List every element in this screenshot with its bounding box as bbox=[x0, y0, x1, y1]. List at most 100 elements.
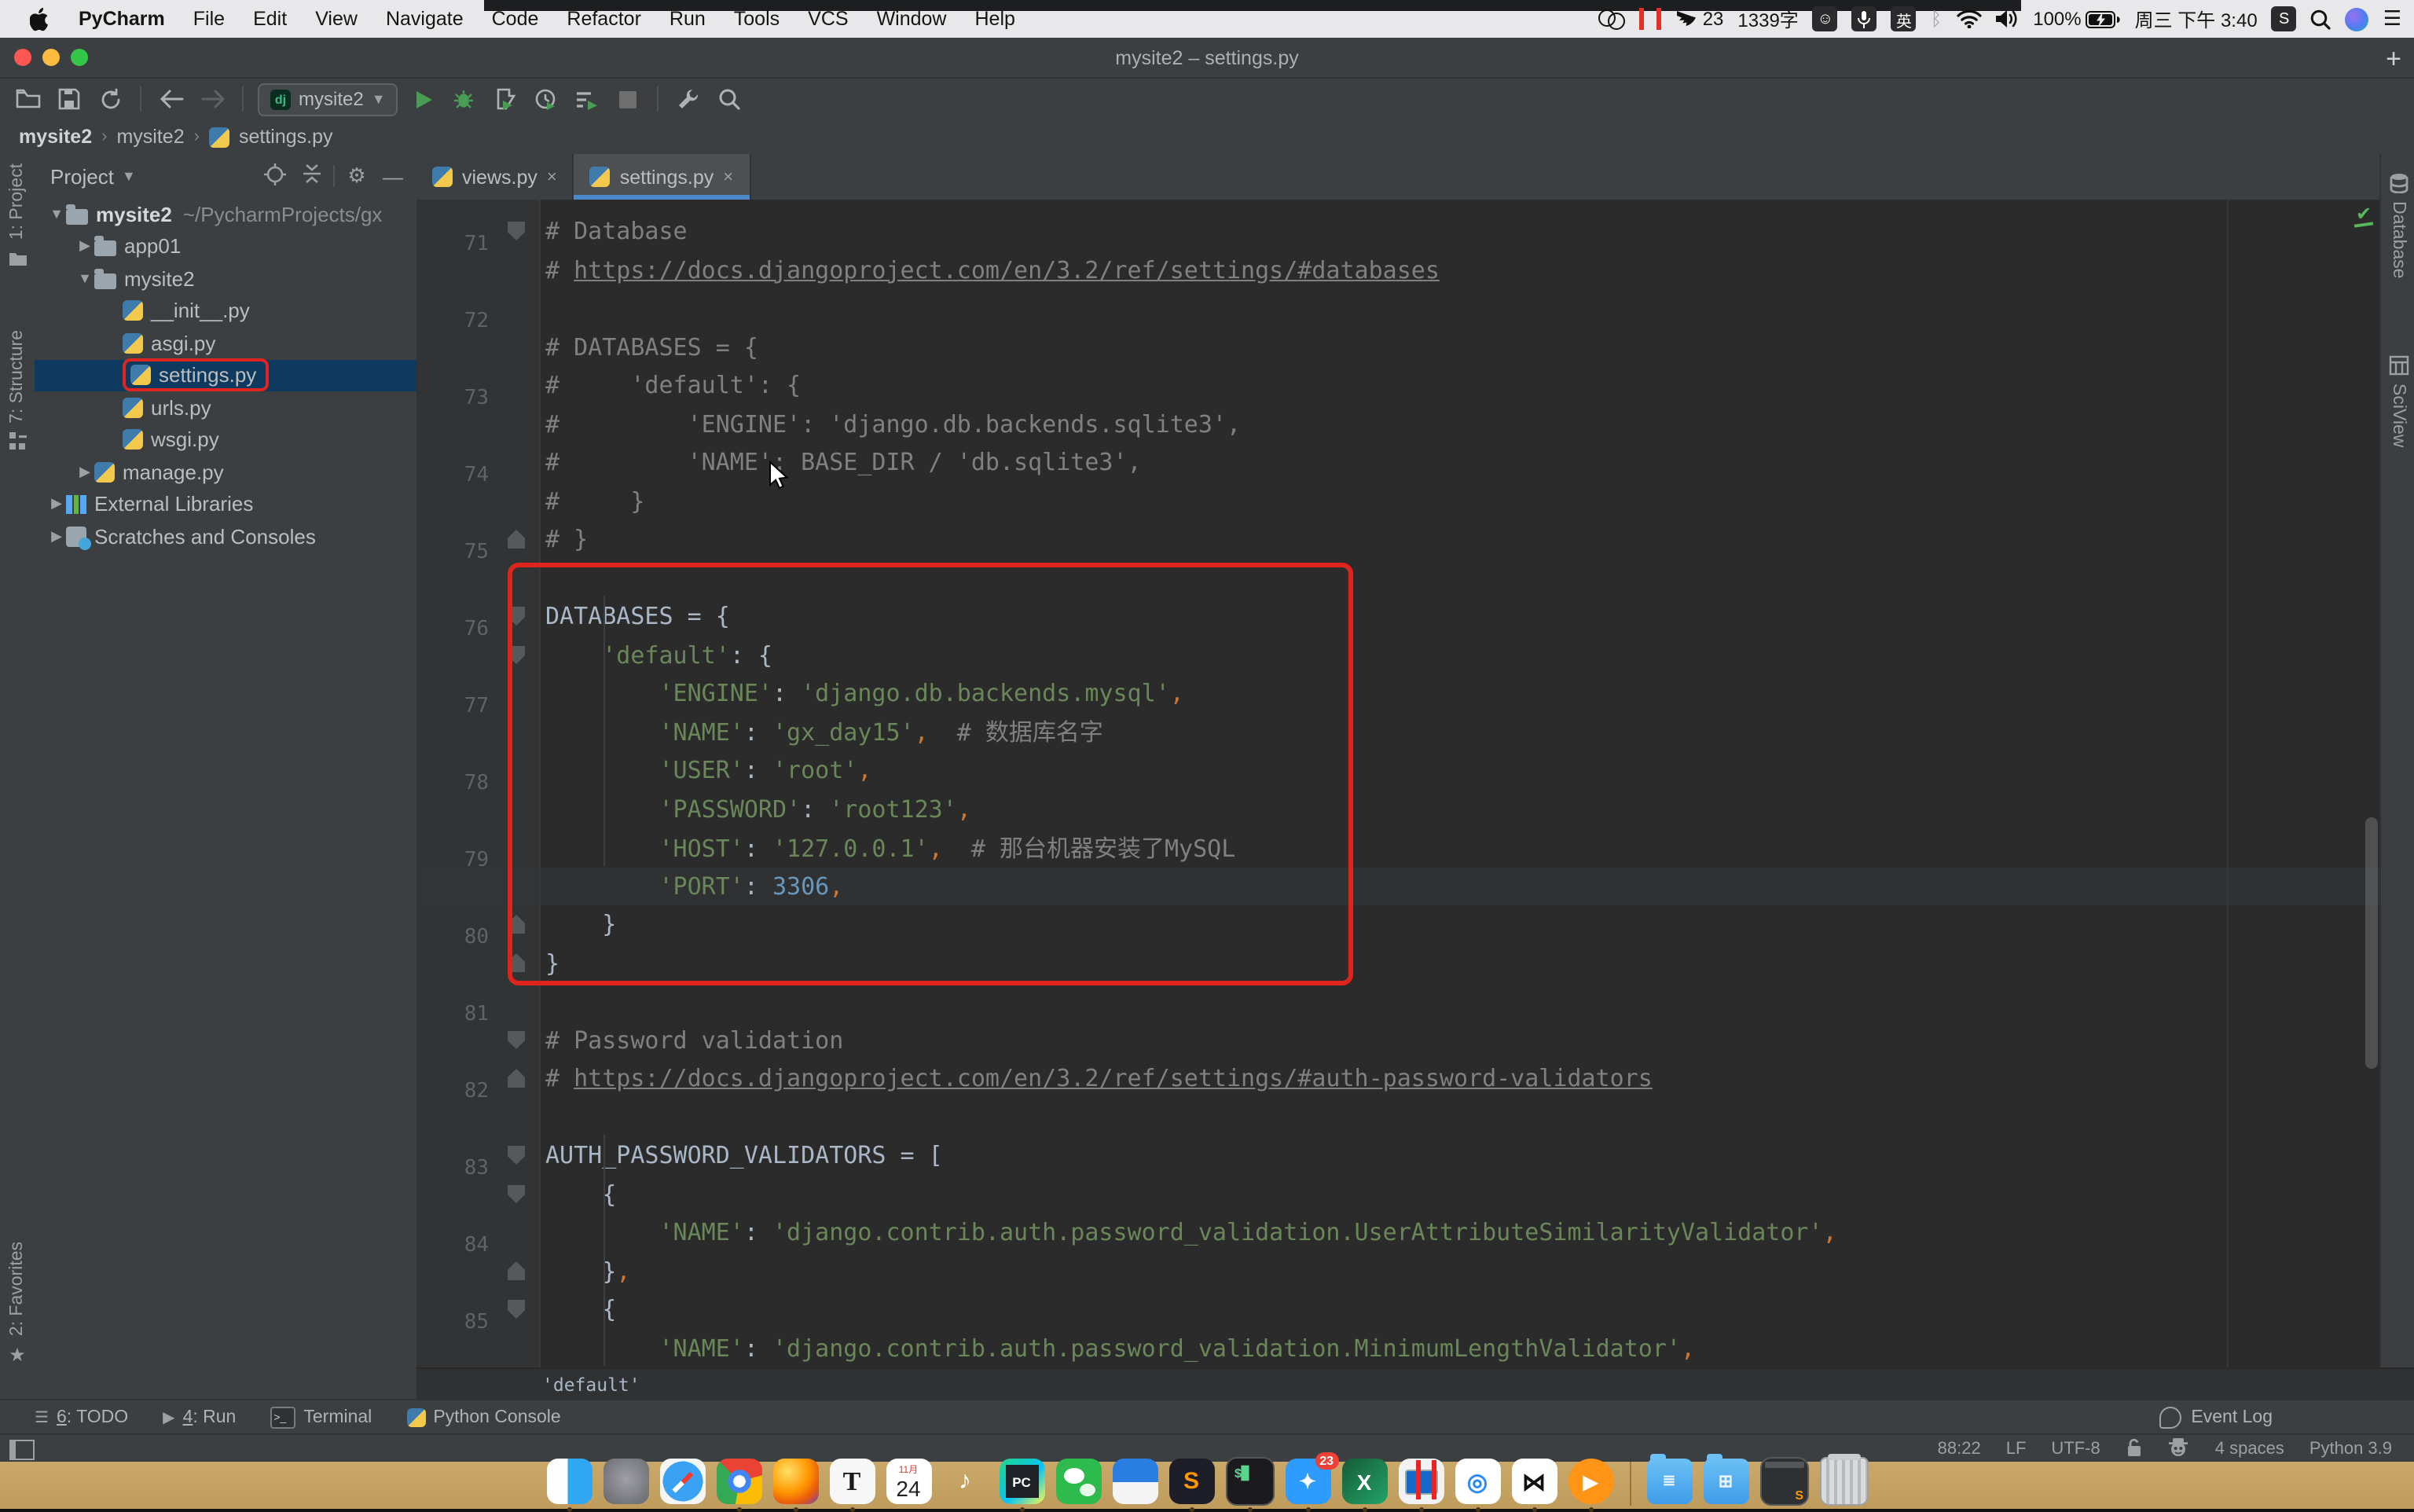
dock-wangwang[interactable]: ⋈ bbox=[1511, 1459, 1557, 1504]
dock-keynote[interactable] bbox=[1112, 1459, 1157, 1504]
coverage-button[interactable] bbox=[490, 83, 521, 115]
dock-tv[interactable]: ▶ bbox=[1568, 1459, 1613, 1504]
back-icon[interactable] bbox=[156, 83, 187, 115]
menu-view[interactable]: View bbox=[301, 0, 372, 38]
dock-excel[interactable]: X bbox=[1341, 1459, 1387, 1504]
tree-chevron-icon[interactable]: ▶ bbox=[47, 496, 66, 513]
menu-run[interactable]: Run bbox=[655, 0, 720, 38]
sidebar-item-project[interactable]: 1: Project bbox=[0, 163, 35, 268]
dock-folder1[interactable]: ≣ bbox=[1646, 1459, 1692, 1504]
rings-icon[interactable] bbox=[1599, 9, 1626, 28]
fold-marker-icon[interactable] bbox=[508, 1300, 525, 1319]
dock-calendar[interactable]: 11月24 bbox=[886, 1459, 931, 1504]
fold-marker-icon[interactable] bbox=[508, 530, 525, 549]
apple-menu[interactable] bbox=[16, 0, 64, 38]
dock-typora[interactable]: T bbox=[829, 1459, 875, 1504]
toolwindow-button-pythonconsole[interactable]: Python Console bbox=[406, 1407, 560, 1429]
save-icon[interactable] bbox=[53, 83, 85, 115]
tree-row-mysite2[interactable]: ▼mysite2 bbox=[35, 262, 416, 295]
code-line[interactable]: 78# } bbox=[416, 482, 2379, 520]
wifi-icon[interactable] bbox=[1956, 9, 1981, 28]
code-line[interactable]: 92# Password validation bbox=[416, 1021, 2379, 1059]
tree-chevron-icon[interactable]: ▼ bbox=[47, 207, 66, 222]
menu-code[interactable]: Code bbox=[478, 0, 553, 38]
code-line[interactable]: 77# 'NAME': BASE_DIR / 'db.sqlite3', bbox=[416, 443, 2379, 482]
locate-file-icon[interactable] bbox=[261, 163, 289, 189]
code-line[interactable]: 73 bbox=[416, 289, 2379, 328]
tree-row-urls-py[interactable]: urls.py bbox=[35, 391, 416, 424]
code-line[interactable]: 93# https://docs.djangoproject.com/en/3.… bbox=[416, 1059, 2379, 1098]
dock-pycharm[interactable]: PC bbox=[999, 1459, 1044, 1504]
debug-button[interactable] bbox=[449, 83, 480, 115]
inspections-ok-icon[interactable]: ✔ bbox=[2354, 206, 2373, 226]
menu-edit[interactable]: Edit bbox=[239, 0, 301, 38]
code-editor[interactable]: 71# Database72# https://docs.djangoproje… bbox=[416, 200, 2379, 1367]
code-line[interactable]: 98 }, bbox=[416, 1252, 2379, 1290]
editor-breadcrumb-bar[interactable]: 'default' bbox=[416, 1367, 2414, 1400]
word-count[interactable]: 1339字 bbox=[1737, 6, 1798, 32]
fold-marker-icon[interactable] bbox=[508, 1261, 525, 1280]
editor-scrollbar[interactable] bbox=[2365, 817, 2378, 1069]
run-configuration-select[interactable]: dj mysite2 ▼ bbox=[258, 83, 398, 116]
wrench-icon[interactable] bbox=[673, 83, 705, 115]
forward-icon[interactable] bbox=[196, 83, 228, 115]
sidebar-item-favorites[interactable]: 2: Favorites ★ bbox=[0, 1242, 35, 1366]
breadcrumb-item[interactable]: settings.py bbox=[239, 126, 333, 148]
siri-icon[interactable] bbox=[2346, 7, 2369, 31]
sync-icon[interactable] bbox=[94, 83, 126, 115]
sogou-input-icon[interactable]: ☺ bbox=[1813, 6, 1838, 31]
code-line[interactable]: 75# 'default': { bbox=[416, 366, 2379, 405]
plus-icon[interactable]: + bbox=[2386, 44, 2401, 75]
code-line[interactable]: 79# } bbox=[416, 520, 2379, 559]
dock-finder[interactable] bbox=[546, 1459, 592, 1504]
stop-button[interactable] bbox=[612, 83, 644, 115]
close-icon[interactable]: × bbox=[723, 167, 733, 186]
dock-sunflower[interactable]: ◎ bbox=[1455, 1459, 1500, 1504]
dock-folder2[interactable]: ⊞ bbox=[1703, 1459, 1748, 1504]
editor-breadcrumb-item[interactable]: 'default' bbox=[542, 1374, 640, 1396]
breadcrumb-item[interactable]: mysite2 bbox=[116, 126, 184, 148]
fold-marker-icon[interactable] bbox=[508, 1030, 525, 1049]
menu-refactor[interactable]: Refactor bbox=[552, 0, 655, 38]
menu-vcs[interactable]: VCS bbox=[794, 0, 862, 38]
code-line[interactable]: 72# https://docs.djangoproject.com/en/3.… bbox=[416, 251, 2379, 289]
profiler-button[interactable] bbox=[530, 83, 562, 115]
tree-row-scratches-and-consoles[interactable]: ▶Scratches and Consoles bbox=[35, 520, 416, 552]
gear-icon[interactable]: ⚙ bbox=[343, 163, 371, 189]
dock-sublime[interactable]: S bbox=[1168, 1459, 1214, 1504]
hide-panel-icon[interactable]: — bbox=[379, 164, 407, 188]
close-icon[interactable]: × bbox=[547, 167, 557, 186]
dock-chrome[interactable] bbox=[716, 1459, 761, 1504]
tree-chevron-icon[interactable]: ▶ bbox=[75, 464, 94, 481]
dock-netease-music[interactable]: ♪ bbox=[942, 1459, 988, 1504]
tree-row-settings-py[interactable]: settings.py bbox=[35, 359, 416, 391]
menu-window[interactable]: Window bbox=[863, 0, 961, 38]
tree-row-manage-py[interactable]: ▶manage.py bbox=[35, 456, 416, 488]
code-line[interactable]: 76# 'ENGINE': 'django.db.backends.sqlite… bbox=[416, 405, 2379, 443]
sidebar-item-database[interactable]: Database bbox=[2381, 173, 2414, 278]
search-icon[interactable] bbox=[714, 83, 746, 115]
project-view-select[interactable]: Project bbox=[50, 164, 114, 188]
tab-settings-py[interactable]: settings.py× bbox=[574, 154, 750, 200]
fold-marker-icon[interactable] bbox=[508, 1184, 525, 1203]
run-button[interactable] bbox=[408, 83, 439, 115]
code-line[interactable]: 99 { bbox=[416, 1290, 2379, 1329]
code-line[interactable]: 96 { bbox=[416, 1175, 2379, 1213]
menu-pycharm[interactable]: PyCharm bbox=[64, 0, 179, 38]
menu-navigate[interactable]: Navigate bbox=[372, 0, 478, 38]
tree-row---init---py[interactable]: __init__.py bbox=[35, 295, 416, 327]
code-line[interactable]: 74# DATABASES = { bbox=[416, 328, 2379, 366]
dock-safari[interactable] bbox=[659, 1459, 705, 1504]
battery-status[interactable]: 100% bbox=[2033, 8, 2120, 30]
toolwindow-button-terminal[interactable]: >_Terminal bbox=[270, 1407, 372, 1429]
tree-row-mysite2[interactable]: ▼mysite2~/PycharmProjects/gx bbox=[35, 198, 416, 230]
event-log-button[interactable]: Event Log bbox=[2159, 1407, 2273, 1429]
tree-row-external-libraries[interactable]: ▶External Libraries bbox=[35, 488, 416, 520]
collapse-all-icon[interactable] bbox=[297, 163, 325, 189]
tree-row-wsgi-py[interactable]: wsgi.py bbox=[35, 424, 416, 456]
concurrency-button[interactable] bbox=[571, 83, 603, 115]
open-icon[interactable] bbox=[13, 83, 44, 115]
dock-dingtalk[interactable]: ✦23 bbox=[1285, 1459, 1330, 1504]
dock-launchpad[interactable] bbox=[603, 1459, 648, 1504]
mic-icon[interactable] bbox=[1852, 6, 1877, 31]
